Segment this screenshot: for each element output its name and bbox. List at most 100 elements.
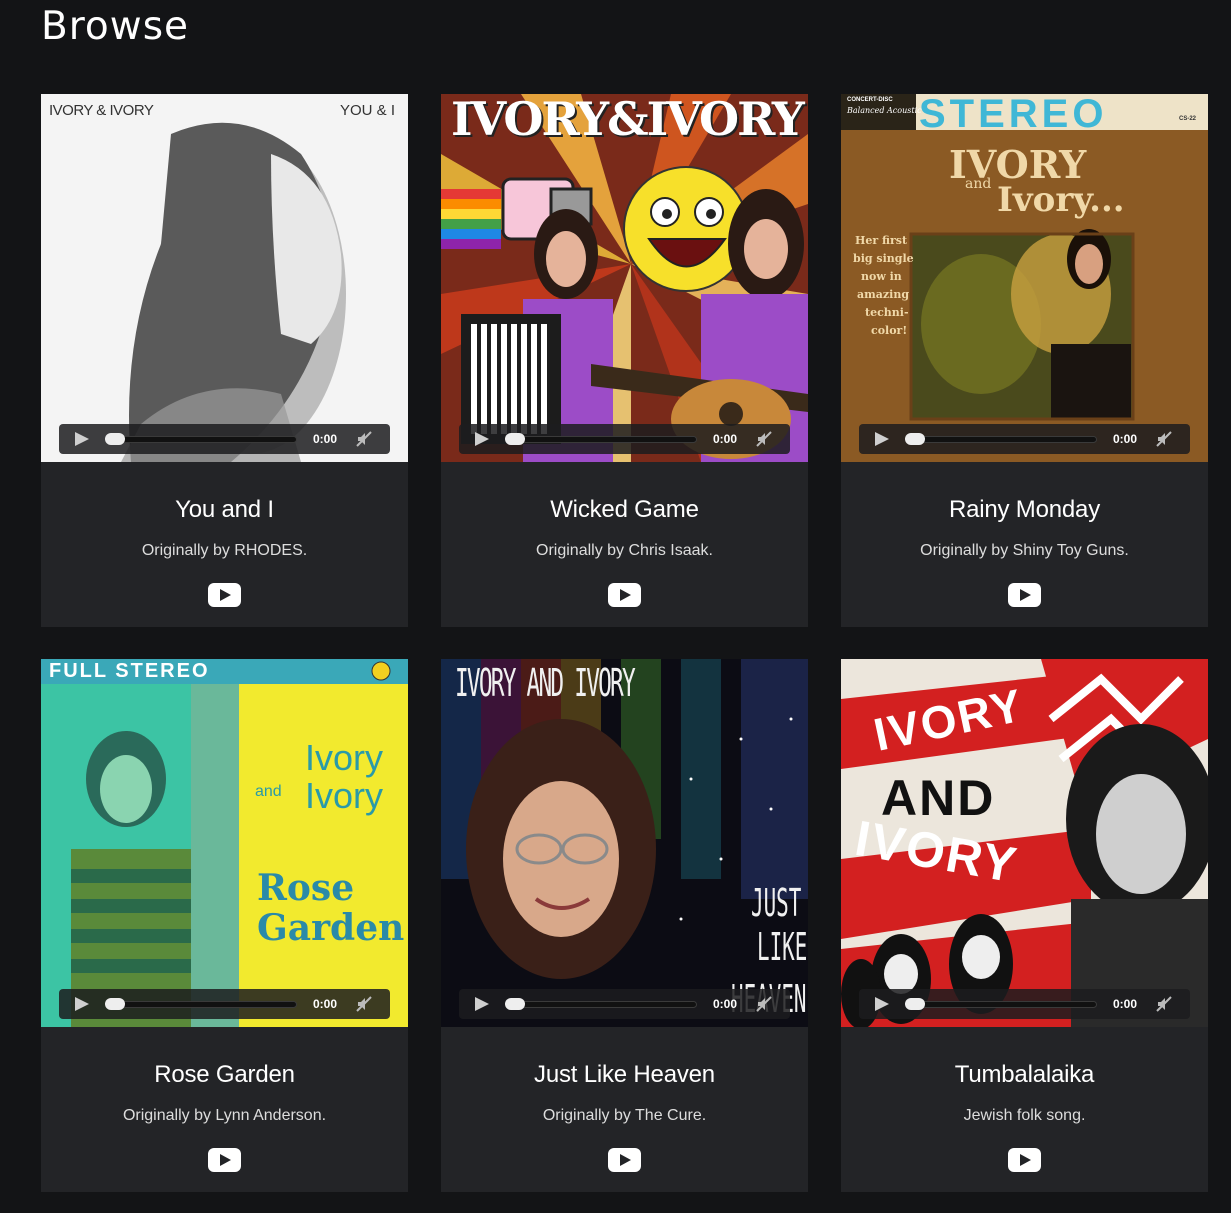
art-text: LIKE bbox=[757, 925, 808, 969]
song-credit: Originally by Shiny Toy Guns. bbox=[920, 542, 1129, 559]
art-text: and bbox=[255, 783, 282, 800]
art-text: IVORY AND IVORY bbox=[455, 661, 636, 705]
song-card: IVORY AND IVORY 0:00 Tumbalalaika Jewish… bbox=[841, 659, 1208, 1192]
album-art: FULL STEREO Ivory and Ivory Rose Garden … bbox=[41, 659, 408, 1027]
song-card: IVORY & IVORY YOU & I 0:00 You and I Ori… bbox=[41, 94, 408, 627]
seek-bar[interactable] bbox=[107, 436, 297, 443]
audio-player: 0:00 bbox=[59, 424, 390, 454]
song-credit: Originally by RHODES. bbox=[141, 542, 308, 559]
seek-handle[interactable] bbox=[905, 433, 925, 445]
song-info: Just Like Heaven Originally by The Cure. bbox=[441, 1061, 808, 1125]
art-text: Rose bbox=[257, 867, 355, 909]
song-credit: Originally by The Cure. bbox=[542, 1107, 707, 1124]
time-display: 0:00 bbox=[313, 432, 338, 446]
art-text: STEREO bbox=[919, 94, 1108, 136]
youtube-play-icon[interactable] bbox=[1008, 583, 1041, 607]
play-icon[interactable] bbox=[75, 997, 89, 1011]
song-credit: Jewish folk song. bbox=[963, 1107, 1086, 1124]
volume-mute-icon[interactable] bbox=[355, 995, 373, 1013]
youtube-play-icon[interactable] bbox=[208, 1148, 241, 1172]
album-art: IVORY&IVORY 0:00 bbox=[441, 94, 808, 462]
song-title: Wicked Game bbox=[550, 496, 699, 523]
play-icon[interactable] bbox=[875, 432, 889, 446]
art-text: big single bbox=[853, 252, 914, 265]
play-icon[interactable] bbox=[875, 997, 889, 1011]
song-title: Rose Garden bbox=[154, 1061, 295, 1088]
album-cover-image bbox=[41, 94, 408, 462]
album-cover-image bbox=[441, 94, 808, 462]
seek-handle[interactable] bbox=[505, 433, 525, 445]
art-text: JUST bbox=[751, 881, 802, 925]
time-display: 0:00 bbox=[313, 997, 338, 1011]
volume-mute-icon[interactable] bbox=[355, 430, 373, 448]
volume-mute-icon[interactable] bbox=[755, 430, 773, 448]
seek-bar[interactable] bbox=[907, 436, 1097, 443]
art-text: Ivory bbox=[305, 775, 384, 816]
audio-player: 0:00 bbox=[459, 424, 790, 454]
play-icon[interactable] bbox=[475, 432, 489, 446]
seek-handle[interactable] bbox=[105, 998, 125, 1010]
seek-bar[interactable] bbox=[907, 1001, 1097, 1008]
volume-mute-icon[interactable] bbox=[1155, 995, 1173, 1013]
seek-handle[interactable] bbox=[105, 433, 125, 445]
album-art: IVORY & IVORY YOU & I 0:00 bbox=[41, 94, 408, 462]
song-title: Just Like Heaven bbox=[534, 1061, 715, 1088]
art-text: Her first bbox=[855, 234, 908, 247]
art-text: Balanced Acoustic bbox=[847, 106, 922, 115]
time-display: 0:00 bbox=[1113, 432, 1138, 446]
album-cover-image bbox=[41, 659, 408, 1027]
album-cover-image bbox=[441, 659, 808, 1027]
audio-player: 0:00 bbox=[59, 989, 390, 1019]
song-info: You and I Originally by RHODES. bbox=[41, 496, 408, 560]
volume-mute-icon[interactable] bbox=[755, 995, 773, 1013]
audio-player: 0:00 bbox=[859, 989, 1190, 1019]
youtube-play-icon[interactable] bbox=[608, 1148, 641, 1172]
song-card: CONCERT-DISC Balanced Acoustic STEREO CS… bbox=[841, 94, 1208, 627]
audio-player: 0:00 bbox=[859, 424, 1190, 454]
youtube-play-icon[interactable] bbox=[1008, 1148, 1041, 1172]
seek-handle[interactable] bbox=[505, 998, 525, 1010]
youtube-play-icon[interactable] bbox=[208, 583, 241, 607]
play-icon[interactable] bbox=[475, 997, 489, 1011]
time-display: 0:00 bbox=[1113, 997, 1138, 1011]
art-text: amazing bbox=[857, 288, 910, 301]
seek-bar[interactable] bbox=[507, 1001, 697, 1008]
song-info: Tumbalalaika Jewish folk song. bbox=[841, 1061, 1208, 1125]
art-text: Garden bbox=[257, 907, 405, 949]
seek-handle[interactable] bbox=[905, 998, 925, 1010]
song-card: IVORY AND IVORY JUST LIKE HEAVEN 0:00 Ju… bbox=[441, 659, 808, 1192]
song-title: Tumbalalaika bbox=[954, 1061, 1095, 1088]
time-display: 0:00 bbox=[713, 997, 738, 1011]
art-text: Ivory bbox=[305, 737, 384, 778]
art-text: color! bbox=[871, 324, 908, 337]
song-credit: Originally by Chris Isaak. bbox=[536, 542, 713, 559]
art-text: and bbox=[965, 176, 992, 192]
song-title: Rainy Monday bbox=[948, 496, 1100, 523]
time-display: 0:00 bbox=[713, 432, 738, 446]
volume-mute-icon[interactable] bbox=[1155, 430, 1173, 448]
song-grid: IVORY & IVORY YOU & I 0:00 You and I Ori… bbox=[41, 94, 1208, 1192]
seek-bar[interactable] bbox=[507, 436, 697, 443]
song-card: FULL STEREO Ivory and Ivory Rose Garden … bbox=[41, 659, 408, 1192]
album-art: IVORY AND IVORY JUST LIKE HEAVEN 0:00 bbox=[441, 659, 808, 1027]
youtube-play-icon[interactable] bbox=[608, 583, 641, 607]
art-text: techni- bbox=[865, 306, 909, 319]
seek-bar[interactable] bbox=[107, 1001, 297, 1008]
art-text: Ivory... bbox=[997, 180, 1125, 220]
art-text: IVORY & IVORY bbox=[49, 102, 154, 119]
play-icon[interactable] bbox=[75, 432, 89, 446]
art-text: CS-22 bbox=[1179, 116, 1197, 122]
art-text: YOU & I bbox=[340, 102, 396, 119]
song-info: Rose Garden Originally by Lynn Anderson. bbox=[41, 1061, 408, 1125]
art-text: IVORY&IVORY bbox=[451, 94, 805, 146]
album-art: CONCERT-DISC Balanced Acoustic STEREO CS… bbox=[841, 94, 1208, 462]
song-info: Wicked Game Originally by Chris Isaak. bbox=[441, 496, 808, 560]
page-title: Browse bbox=[41, 4, 190, 49]
song-info: Rainy Monday Originally by Shiny Toy Gun… bbox=[841, 496, 1208, 560]
song-card: IVORY&IVORY 0:00 Wicked Game Originally … bbox=[441, 94, 808, 627]
song-credit: Originally by Lynn Anderson. bbox=[122, 1107, 327, 1124]
audio-player: 0:00 bbox=[459, 989, 790, 1019]
song-title: You and I bbox=[175, 496, 274, 523]
art-text: now in bbox=[861, 270, 902, 283]
album-art: IVORY AND IVORY 0:00 bbox=[841, 659, 1208, 1027]
